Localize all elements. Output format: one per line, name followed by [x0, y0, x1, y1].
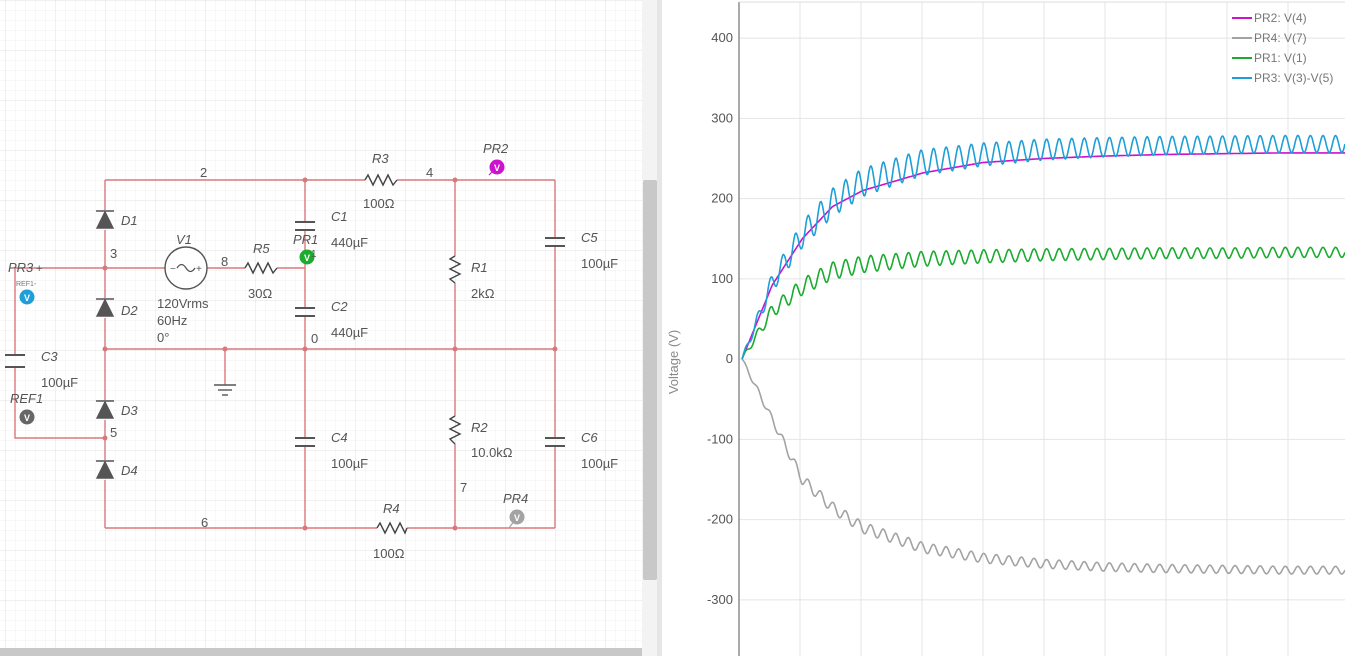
circuit-schematic: − + V V V V V 2 3 4 8 0 5 6 7 1 D1 D2 D3…: [0, 0, 642, 656]
y-tick-label: -300: [707, 592, 733, 607]
y-tick-label: -200: [707, 512, 733, 527]
node-label-1: 1: [311, 249, 317, 260]
y-tick-label: 100: [711, 271, 733, 286]
value-R2: 10.0kΩ: [471, 445, 513, 460]
chart-legend: PR2: V(4) PR4: V(7) PR1: V(1) PR3: V(3)-V(5…: [1232, 11, 1333, 85]
value-R3: 100Ω: [363, 196, 395, 211]
label-C6: C6: [581, 430, 598, 445]
label-R2: R2: [471, 420, 488, 435]
value-C4: 100µF: [331, 456, 368, 471]
value-V1-rms: 120Vrms: [157, 296, 209, 311]
schematic-canvas[interactable]: − + V V V V V 2 3 4 8 0 5 6 7 1 D1 D2 D3…: [0, 0, 642, 656]
chart-axes: 400 300 200 100 0 -100 -200 -300: [707, 1, 1345, 656]
chart-grid: [739, 2, 1345, 656]
label-C3: C3: [41, 349, 58, 364]
node-label-5: 5: [110, 425, 117, 440]
label-C1: C1: [331, 209, 348, 224]
value-V1-freq: 60Hz: [157, 313, 187, 328]
legend-entry[interactable]: PR4: V(7): [1254, 31, 1307, 45]
svg-text:−: −: [170, 264, 176, 275]
schematic-grid: [0, 0, 642, 656]
node-label-8: 8: [221, 254, 228, 269]
value-C6: 100µF: [581, 456, 618, 471]
node-label-0: 0: [311, 331, 318, 346]
voltage-chart: 400 300 200 100 0 -100 -200 -300 PR2: V(4) PR4: …: [666, 1, 1345, 656]
y-axis-label: Voltage (V): [666, 330, 681, 394]
node-label-3: 3: [110, 246, 117, 261]
svg-text:+: +: [196, 264, 202, 275]
value-R4: 100Ω: [373, 546, 405, 561]
label-PR1: PR1: [293, 232, 318, 247]
label-PR4: PR4: [503, 491, 528, 506]
value-R5: 30Ω: [248, 286, 272, 301]
label-PR2: PR2: [483, 141, 509, 156]
value-C3: 100µF: [41, 375, 78, 390]
svg-text:V: V: [304, 253, 310, 263]
label-C4: C4: [331, 430, 348, 445]
svg-text:V: V: [24, 293, 30, 303]
label-R4: R4: [383, 501, 400, 516]
node-label-7: 7: [460, 480, 467, 495]
svg-text:V: V: [494, 163, 500, 173]
svg-text:V: V: [514, 513, 520, 523]
label-C2: C2: [331, 299, 348, 314]
y-tick-label: -100: [707, 431, 733, 446]
label-C5: C5: [581, 230, 598, 245]
label-R1: R1: [471, 260, 488, 275]
label-R5: R5: [253, 241, 270, 256]
grapher-panel[interactable]: 400 300 200 100 0 -100 -200 -300 PR2: V(4) PR4: …: [662, 0, 1345, 656]
label-REF1-small: REF1-: [16, 281, 37, 288]
schematic-vertical-scrollbar[interactable]: [643, 180, 657, 580]
y-tick-label: 300: [711, 110, 733, 125]
ac-source-V1[interactable]: − +: [164, 246, 208, 290]
label-REF1: REF1: [10, 391, 43, 406]
y-tick-label: 400: [711, 30, 733, 45]
label-D4: D4: [121, 463, 138, 478]
svg-text:V: V: [24, 413, 30, 423]
y-tick-label: 200: [711, 191, 733, 206]
label-D3: D3: [121, 403, 138, 418]
label-R3: R3: [372, 151, 389, 166]
label-V1: V1: [176, 232, 192, 247]
value-C1: 440µF: [331, 235, 368, 250]
pr3-plus-sign: +: [36, 263, 42, 275]
node-label-2: 2: [200, 165, 207, 180]
label-PR3: PR3: [8, 260, 34, 275]
value-R1: 2kΩ: [471, 286, 495, 301]
schematic-horizontal-scrollbar[interactable]: [0, 648, 642, 656]
probe-REF1[interactable]: V: [19, 409, 35, 425]
value-C5: 100µF: [581, 256, 618, 271]
label-D2: D2: [121, 303, 138, 318]
node-label-4: 4: [426, 165, 433, 180]
value-V1-phase: 0°: [157, 330, 169, 345]
label-D1: D1: [121, 213, 138, 228]
value-C2: 440µF: [331, 325, 368, 340]
y-tick-label: 0: [726, 351, 733, 366]
legend-entry[interactable]: PR3: V(3)-V(5): [1254, 71, 1333, 85]
node-label-6: 6: [201, 515, 208, 530]
legend-entry[interactable]: PR1: V(1): [1254, 51, 1307, 65]
legend-entry[interactable]: PR2: V(4): [1254, 11, 1307, 25]
probe-PR3[interactable]: V: [19, 289, 35, 305]
